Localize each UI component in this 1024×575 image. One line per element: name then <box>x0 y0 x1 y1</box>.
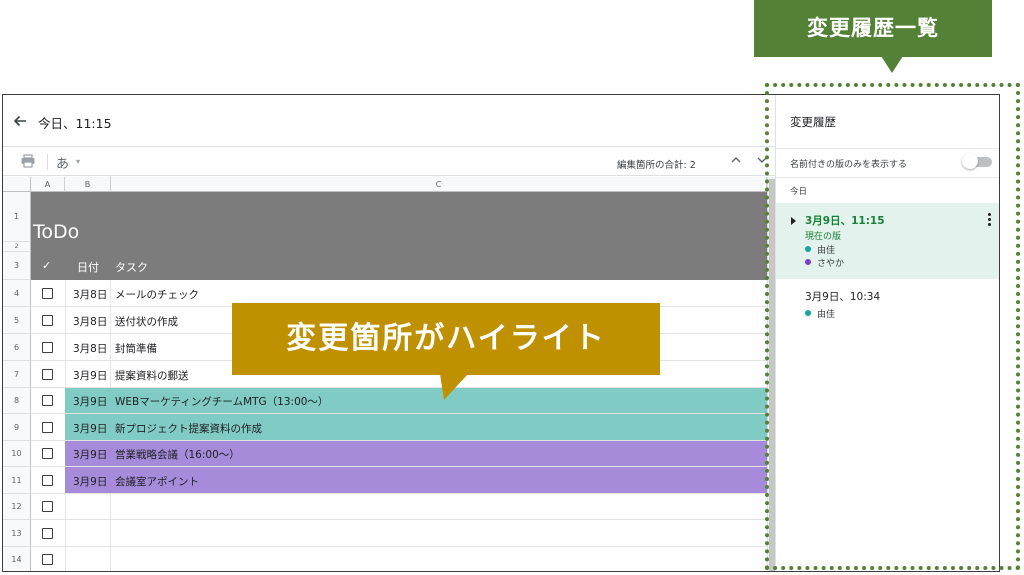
row-number[interactable]: 13 <box>3 520 31 547</box>
row-number[interactable]: 6 <box>3 334 31 361</box>
column-header-b[interactable]: B <box>65 177 111 192</box>
row-number[interactable]: 2 <box>3 242 31 252</box>
row-number[interactable]: 14 <box>3 547 31 571</box>
history-list-callout: 変更履歴一覧 <box>754 0 992 57</box>
table-row: 9 3月9日 新プロジェクト提案資料の作成 <box>3 414 767 441</box>
select-all-corner[interactable] <box>3 177 31 192</box>
row-number[interactable]: 7 <box>3 361 31 388</box>
row-number[interactable]: 11 <box>3 467 31 494</box>
highlight-callout: 変更箇所がハイライト <box>232 303 660 375</box>
table-row: 12 <box>3 494 767 520</box>
row-number[interactable]: 3 <box>3 252 31 280</box>
task-date: 3月8日 <box>73 343 108 355</box>
row-number[interactable]: 8 <box>3 388 31 414</box>
date-column-header: 日付 <box>77 261 99 274</box>
version-title: 今日、11:15 <box>38 116 112 131</box>
task-checkbox[interactable] <box>42 369 53 380</box>
print-icon[interactable] <box>20 154 36 168</box>
table-row: 14 <box>3 547 767 571</box>
task-checkbox[interactable] <box>42 395 53 406</box>
task-name: WEBマーケティングチームMTG（13:00～） <box>115 396 329 408</box>
edit-count-label: 編集箇所の合計: 2 <box>617 160 696 171</box>
task-checkbox[interactable] <box>42 475 53 486</box>
task-checkbox[interactable] <box>42 315 53 326</box>
row-number[interactable]: 12 <box>3 494 31 520</box>
task-name: 会議室アポイント <box>115 476 199 488</box>
task-date: 3月9日 <box>73 396 108 408</box>
callout-pointer <box>440 374 468 400</box>
previous-edit-icon[interactable] <box>729 153 743 167</box>
back-arrow-icon[interactable] <box>10 111 30 131</box>
task-checkbox[interactable] <box>42 554 53 565</box>
task-name: 送付状の作成 <box>115 316 178 328</box>
sheet-title: ToDo <box>33 221 80 243</box>
task-checkbox[interactable] <box>42 422 53 433</box>
toolbar: あ ▾ 編集箇所の合計: 2 <box>3 148 775 176</box>
history-list-outline <box>765 83 1020 570</box>
caret-down-icon[interactable]: ▾ <box>76 157 80 166</box>
row-number[interactable]: 4 <box>3 280 31 307</box>
task-checkbox[interactable] <box>42 288 53 299</box>
row-number[interactable]: 10 <box>3 441 31 467</box>
check-column-header: ✓ <box>42 259 52 272</box>
task-checkbox[interactable] <box>42 528 53 539</box>
title-banner: ✓ 日付 タスク <box>31 192 767 280</box>
callout-pointer <box>881 56 903 73</box>
table-row: 10 3月9日 営業戦略会議（16:00～） <box>3 441 767 467</box>
task-date: 3月9日 <box>73 423 108 435</box>
task-name: 営業戦略会議（16:00～） <box>115 449 240 461</box>
task-name: メールのチェック <box>115 289 199 301</box>
task-name: 提案資料の郵送 <box>115 370 189 382</box>
table-row: 13 <box>3 520 767 547</box>
column-header-a[interactable]: A <box>31 177 65 192</box>
task-date: 3月8日 <box>73 289 108 301</box>
table-row: 8 3月9日 WEBマーケティングチームMTG（13:00～） <box>3 388 767 414</box>
task-checkbox[interactable] <box>42 342 53 353</box>
task-date: 3月8日 <box>73 316 108 328</box>
column-header-c[interactable]: C <box>111 177 767 192</box>
task-checkbox[interactable] <box>42 501 53 512</box>
row-number[interactable]: 5 <box>3 307 31 334</box>
task-column-header: タスク <box>115 261 148 274</box>
task-date: 3月9日 <box>73 476 108 488</box>
toolbar-divider <box>47 154 48 170</box>
table-row: 11 3月9日 会議室アポイント <box>3 467 767 494</box>
task-checkbox[interactable] <box>42 448 53 459</box>
row-number[interactable]: 9 <box>3 414 31 441</box>
task-date: 3月9日 <box>73 370 108 382</box>
task-date: 3月9日 <box>73 449 108 461</box>
task-name: 封筒準備 <box>115 343 157 355</box>
row-number[interactable]: 1 <box>3 192 31 242</box>
input-tools-button[interactable]: あ <box>56 153 69 172</box>
task-name: 新プロジェクト提案資料の作成 <box>115 423 262 435</box>
